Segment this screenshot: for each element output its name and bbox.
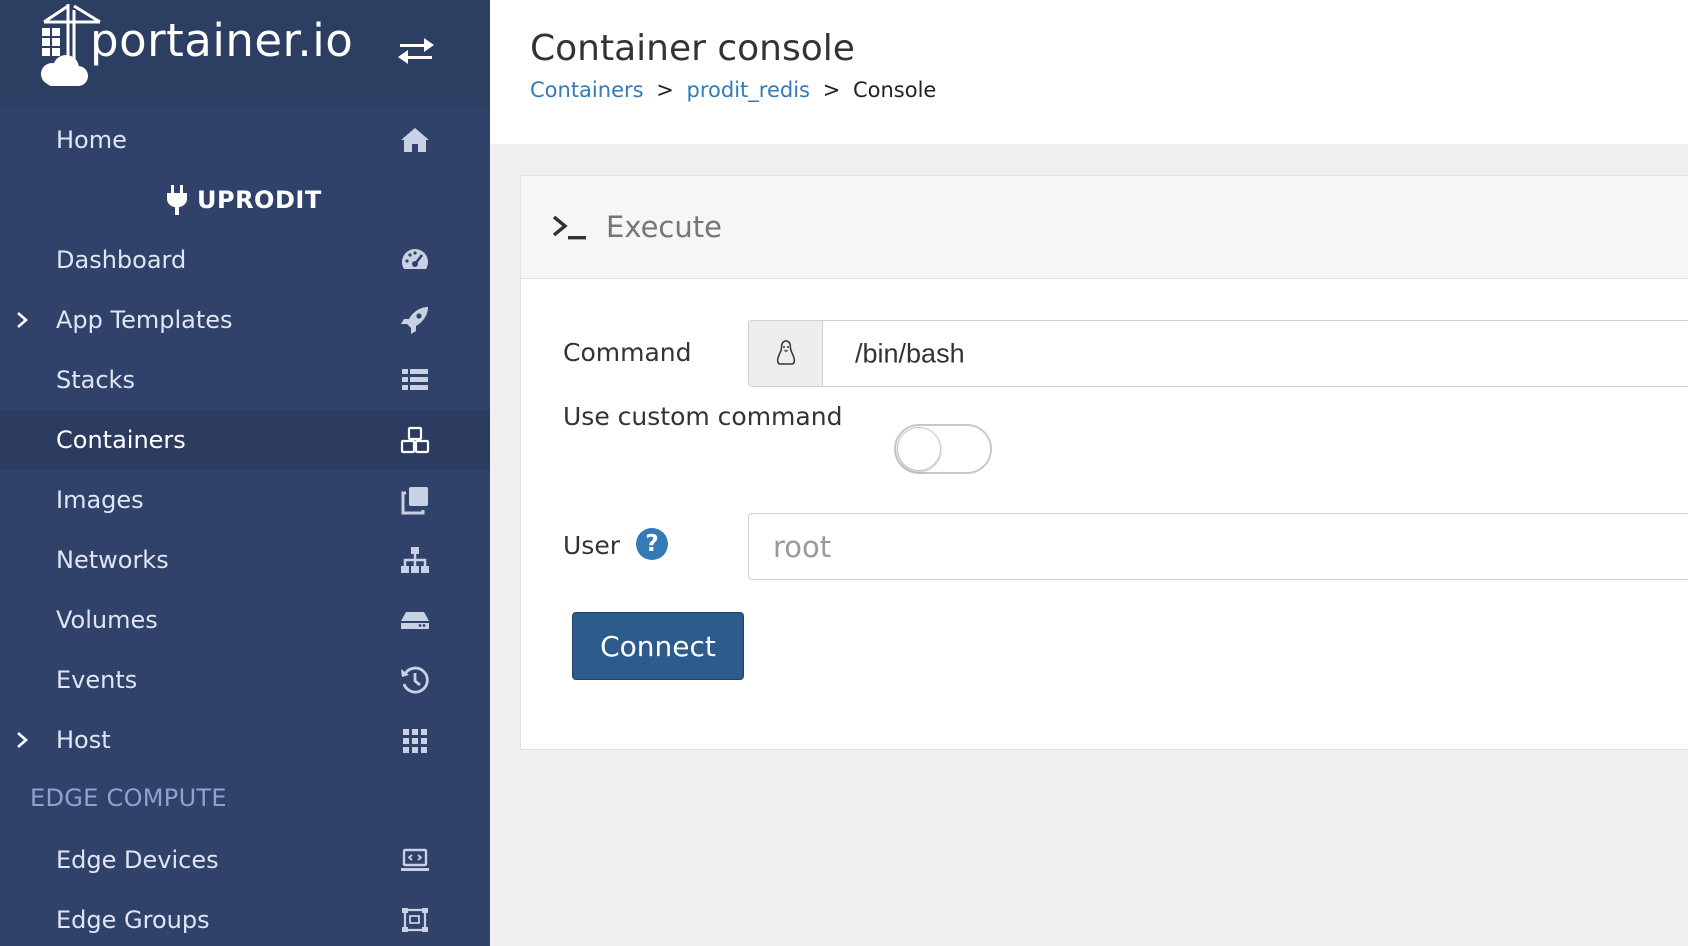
exchange-icon[interactable] [396,30,436,70]
execute-widget: Execute Command /bin/bash Use custom com… [520,175,1688,750]
sidebar-item-home[interactable]: Home [0,110,490,170]
question-circle-icon[interactable]: ? [636,528,668,560]
section-heading-edge-compute: EDGE COMPUTE [30,784,227,812]
sidebar-item-label: App Templates [56,306,233,334]
endpoint-name: UPRODIT [0,170,490,230]
rocket-icon [401,307,428,334]
widget-title: Execute [606,210,722,244]
connect-button[interactable]: Connect [572,612,744,680]
hdd-icon [401,612,429,629]
sidebar-item-label: Stacks [56,366,135,394]
command-addon [749,321,823,386]
object-group-icon [402,908,428,932]
sidebar-item-label: Edge Devices [56,846,219,874]
sidebar-item-label: Host [56,726,111,754]
sidebar-brand: portainer.io [0,0,490,108]
th-icon [403,729,427,753]
page-title: Container console [530,28,855,69]
chevron-right-icon[interactable] [12,310,32,330]
sidebar-item-edge-groups[interactable]: Edge Groups [0,890,490,946]
page-header: Container console Containers > prodit_re… [490,0,1688,144]
user-input[interactable] [748,513,1688,580]
history-icon [401,666,429,694]
plug-icon [167,185,187,215]
laptop-code-icon [401,848,429,871]
sidebar-item-label: Containers [56,426,186,454]
sidebar-item-label: Dashboard [56,246,187,274]
sidebar-item-label: Edge Groups [56,906,210,934]
sidebar-item-app-templates[interactable]: App Templates [0,290,490,350]
th-list-icon [402,369,428,390]
command-select[interactable]: /bin/bash [748,320,1688,387]
linux-icon [776,340,796,365]
home-icon [401,128,429,152]
sidebar-item-images[interactable]: Images [0,470,490,530]
sidebar-item-label: Home [56,126,127,154]
sidebar-item-label: Images [56,486,144,514]
breadcrumb-link-container[interactable]: prodit_redis [687,78,810,102]
breadcrumb-link-containers[interactable]: Containers [530,78,644,102]
tachometer-icon [401,249,429,269]
custom-command-label: Use custom command [563,402,843,431]
terminal-icon [552,215,586,240]
sidebar-item-volumes[interactable]: Volumes [0,590,490,650]
sidebar-item-edge-devices[interactable]: Edge Devices [0,830,490,890]
brand-logo-text: portainer.io [90,14,354,67]
sidebar-item-events[interactable]: Events [0,650,490,710]
sidebar-item-label: Networks [56,546,169,574]
sidebar-item-host[interactable]: Host [0,710,490,770]
sitemap-icon [401,547,429,573]
breadcrumb-separator: > [656,78,674,102]
cubes-icon [400,426,430,454]
sidebar-item-stacks[interactable]: Stacks [0,350,490,410]
toggle-knob [897,427,941,471]
sidebar: portainer.io Home UPRODIT Dashboard App … [0,0,490,946]
breadcrumb: Containers > prodit_redis > Console [530,78,936,102]
breadcrumb-current: Console [852,78,937,102]
breadcrumb-separator: > [822,78,841,102]
sidebar-item-label: Events [56,666,138,694]
custom-command-toggle[interactable] [894,424,992,474]
command-value: /bin/bash [855,338,965,368]
sidebar-item-dashboard[interactable]: Dashboard [0,230,490,290]
clone-icon [401,487,428,515]
sidebar-item-label: Volumes [56,606,158,634]
user-label: User [563,531,620,560]
command-label: Command [563,338,692,367]
endpoint-label: UPRODIT [197,186,322,214]
chevron-right-icon[interactable] [12,730,32,750]
sidebar-item-networks[interactable]: Networks [0,530,490,590]
widget-header: Execute [521,176,1688,279]
sidebar-item-containers[interactable]: Containers [0,410,490,470]
